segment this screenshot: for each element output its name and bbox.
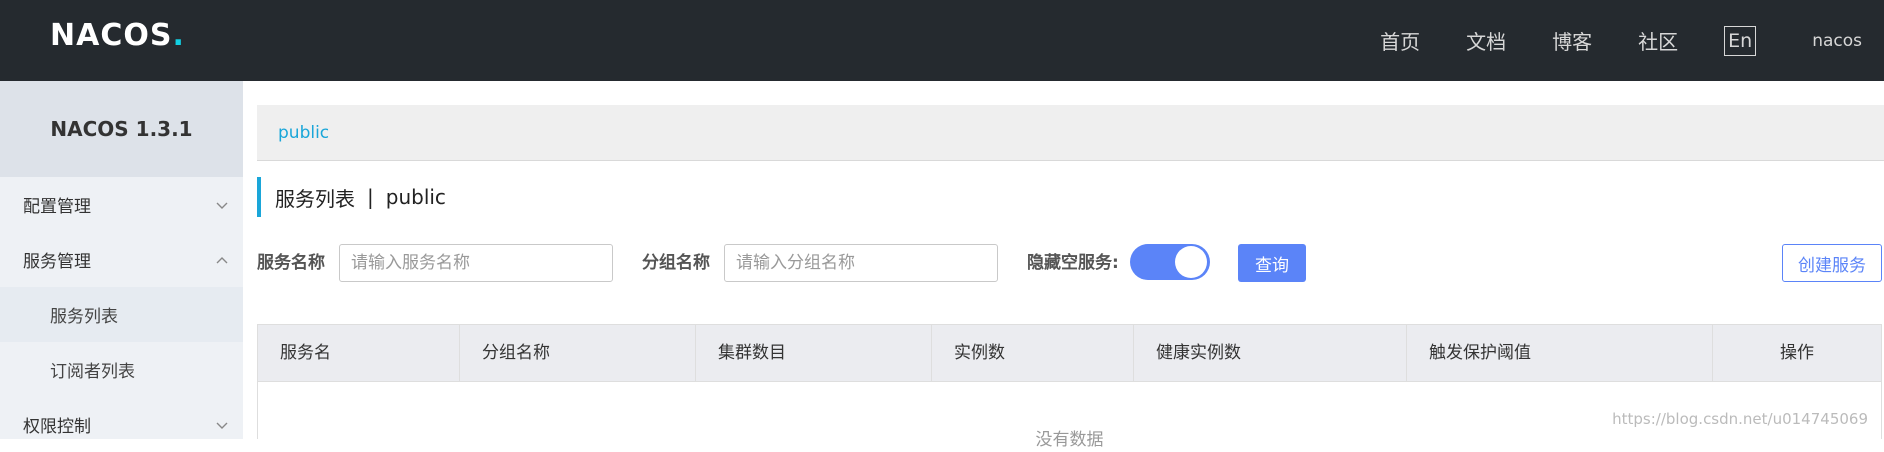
nav-home[interactable]: 首页: [1380, 26, 1420, 55]
title-separator: |: [367, 185, 374, 209]
sidebar-item-label: 服务管理: [23, 252, 91, 272]
query-button[interactable]: 查询: [1238, 244, 1306, 282]
toggle-knob: [1175, 246, 1207, 278]
sidebar-version-title: NACOS 1.3.1: [0, 81, 243, 177]
page-title: 服务列表 | public: [257, 177, 446, 217]
sidebar-item-label: 权限控制: [23, 417, 91, 437]
chevron-down-icon: [216, 422, 228, 429]
sidebar-item-access-control[interactable]: 权限控制: [0, 397, 243, 452]
page-title-text: 服务列表: [275, 186, 355, 211]
chevron-down-icon: [216, 202, 228, 209]
chevron-up-icon: [216, 256, 228, 263]
nav-blog[interactable]: 博客: [1552, 26, 1592, 55]
filter-bar: 服务名称 请输入服务名称 分组名称 请输入分组名称 隐藏空服务: 查询 创建服务: [257, 243, 1884, 283]
sidebar: NACOS 1.3.1 配置管理 服务管理 服务列表 订阅者列表 权限控制: [0, 81, 243, 439]
column-header-instance-count[interactable]: 实例数: [932, 325, 1134, 381]
create-service-button[interactable]: 创建服务: [1782, 244, 1882, 282]
table-header: 服务名 分组名称 集群数目 实例数 健康实例数 触发保护阈值 操作: [258, 325, 1881, 382]
service-name-label: 服务名称: [257, 253, 325, 273]
watermark: https://blog.csdn.net/u014745069: [1612, 410, 1868, 428]
language-switch-button[interactable]: En: [1724, 25, 1757, 56]
column-header-service-name[interactable]: 服务名: [258, 325, 460, 381]
sidebar-item-config-management[interactable]: 配置管理: [0, 177, 243, 232]
column-header-healthy-instance-count[interactable]: 健康实例数: [1134, 325, 1407, 381]
table-empty-text: 没有数据: [1035, 430, 1104, 450]
sidebar-subitem-service-list[interactable]: 服务列表: [0, 287, 243, 342]
hide-empty-toggle[interactable]: [1130, 244, 1210, 280]
column-header-actions: 操作: [1780, 343, 1814, 363]
sidebar-item-label: 配置管理: [23, 197, 91, 217]
column-header-group-name[interactable]: 分组名称: [460, 325, 696, 381]
nav-community[interactable]: 社区: [1638, 26, 1678, 55]
username[interactable]: nacos: [1812, 31, 1862, 51]
group-name-input[interactable]: 请输入分组名称: [724, 244, 998, 282]
nacos-logo[interactable]: NACOS.: [50, 14, 185, 58]
column-header-cluster-count[interactable]: 集群数目: [696, 325, 932, 381]
top-nav: 首页 文档 博客 社区 En nacos: [1380, 0, 1884, 81]
sidebar-item-service-management[interactable]: 服务管理: [0, 232, 243, 287]
top-navbar: NACOS. 首页 文档 博客 社区 En nacos: [0, 0, 1884, 81]
page-title-namespace: public: [385, 185, 446, 209]
sidebar-subitem-subscriber-list[interactable]: 订阅者列表: [0, 342, 243, 397]
hide-empty-label: 隐藏空服务:: [1027, 253, 1119, 273]
namespace-bar: public: [257, 105, 1884, 161]
nav-docs[interactable]: 文档: [1466, 26, 1506, 55]
column-header-protect-threshold[interactable]: 触发保护阈值: [1407, 325, 1713, 381]
group-name-label: 分组名称: [642, 253, 710, 273]
namespace-link-public[interactable]: public: [278, 105, 329, 161]
service-name-input[interactable]: 请输入服务名称: [339, 244, 613, 282]
